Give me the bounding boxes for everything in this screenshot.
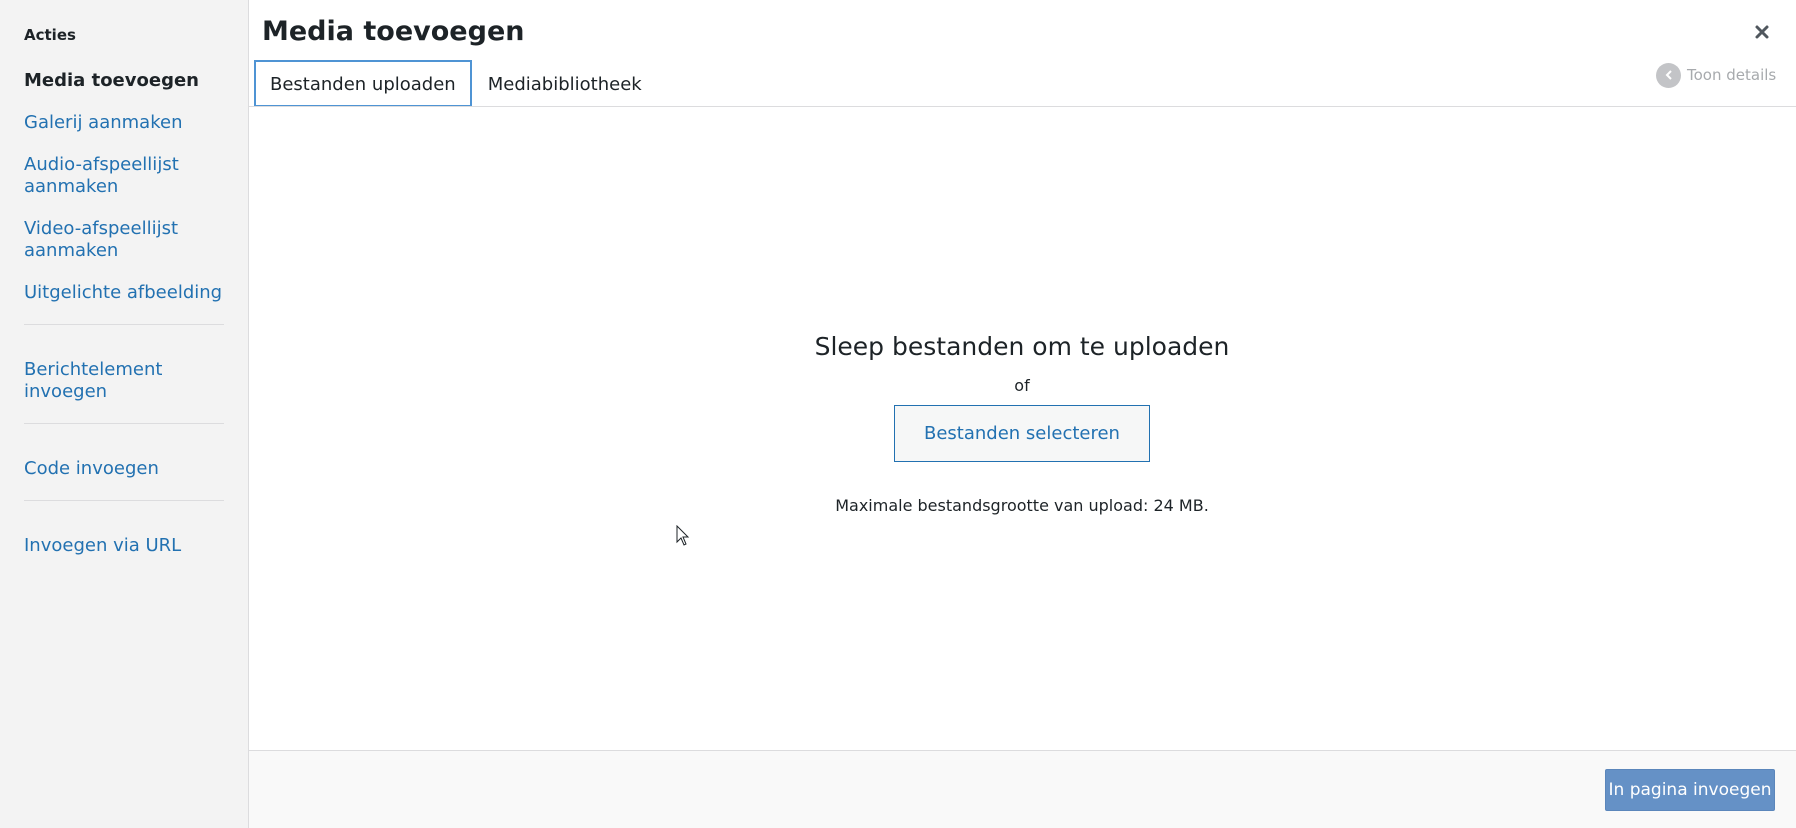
sidebar-item-invoegen-via-url[interactable]: Invoegen via URL <box>24 535 224 557</box>
media-modal: Acties Media toevoegen Galerij aanmaken … <box>0 0 1796 828</box>
modal-title: Media toevoegen <box>262 16 525 47</box>
sidebar-separator <box>24 423 224 424</box>
sidebar-item-berichtelement-invoegen[interactable]: Berichtelement invoegen <box>24 359 224 403</box>
sidebar-item-audio-afspeellijst[interactable]: Audio-afspeellijst aanmaken <box>24 154 224 198</box>
toon-details-toggle[interactable]: Toon details <box>1656 62 1776 88</box>
sidebar-item-uitgelichte-afbeelding[interactable]: Uitgelichte afbeelding <box>24 282 224 304</box>
router-tabs: Bestanden uploaden Mediabibliotheek <box>254 60 658 107</box>
max-upload-size: Maximale bestandsgrootte van upload: 24 … <box>835 496 1209 515</box>
sidebar-item-video-afspeellijst[interactable]: Video-afspeellijst aanmaken <box>24 218 224 262</box>
chevron-left-icon <box>1656 62 1681 88</box>
sidebar-menu: Media toevoegen Galerij aanmaken Audio-a… <box>24 70 224 577</box>
modal-toolbar <box>249 750 1796 828</box>
sidebar-item-galerij-aanmaken[interactable]: Galerij aanmaken <box>24 112 224 134</box>
or-text: of <box>1014 376 1030 395</box>
sidebar-separator <box>24 500 224 501</box>
media-sidebar: Acties Media toevoegen Galerij aanmaken … <box>0 0 249 828</box>
drop-instructions: Sleep bestanden om te uploaden <box>814 332 1230 361</box>
sidebar-separator <box>24 324 224 325</box>
insert-into-page-button[interactable]: In pagina invoegen <box>1605 769 1775 811</box>
sidebar-heading: Acties <box>24 26 76 44</box>
tab-mediabibliotheek[interactable]: Mediabibliotheek <box>472 60 658 107</box>
select-files-button[interactable]: Bestanden selecteren <box>894 405 1150 462</box>
sidebar-item-media-toevoegen[interactable]: Media toevoegen <box>24 70 224 92</box>
close-button[interactable] <box>1748 18 1776 46</box>
toon-details-label: Toon details <box>1687 66 1777 84</box>
sidebar-item-code-invoegen[interactable]: Code invoegen <box>24 458 224 480</box>
tab-bestanden-uploaden[interactable]: Bestanden uploaden <box>254 60 472 107</box>
close-icon <box>1755 25 1769 39</box>
mouse-cursor-icon <box>676 525 690 546</box>
